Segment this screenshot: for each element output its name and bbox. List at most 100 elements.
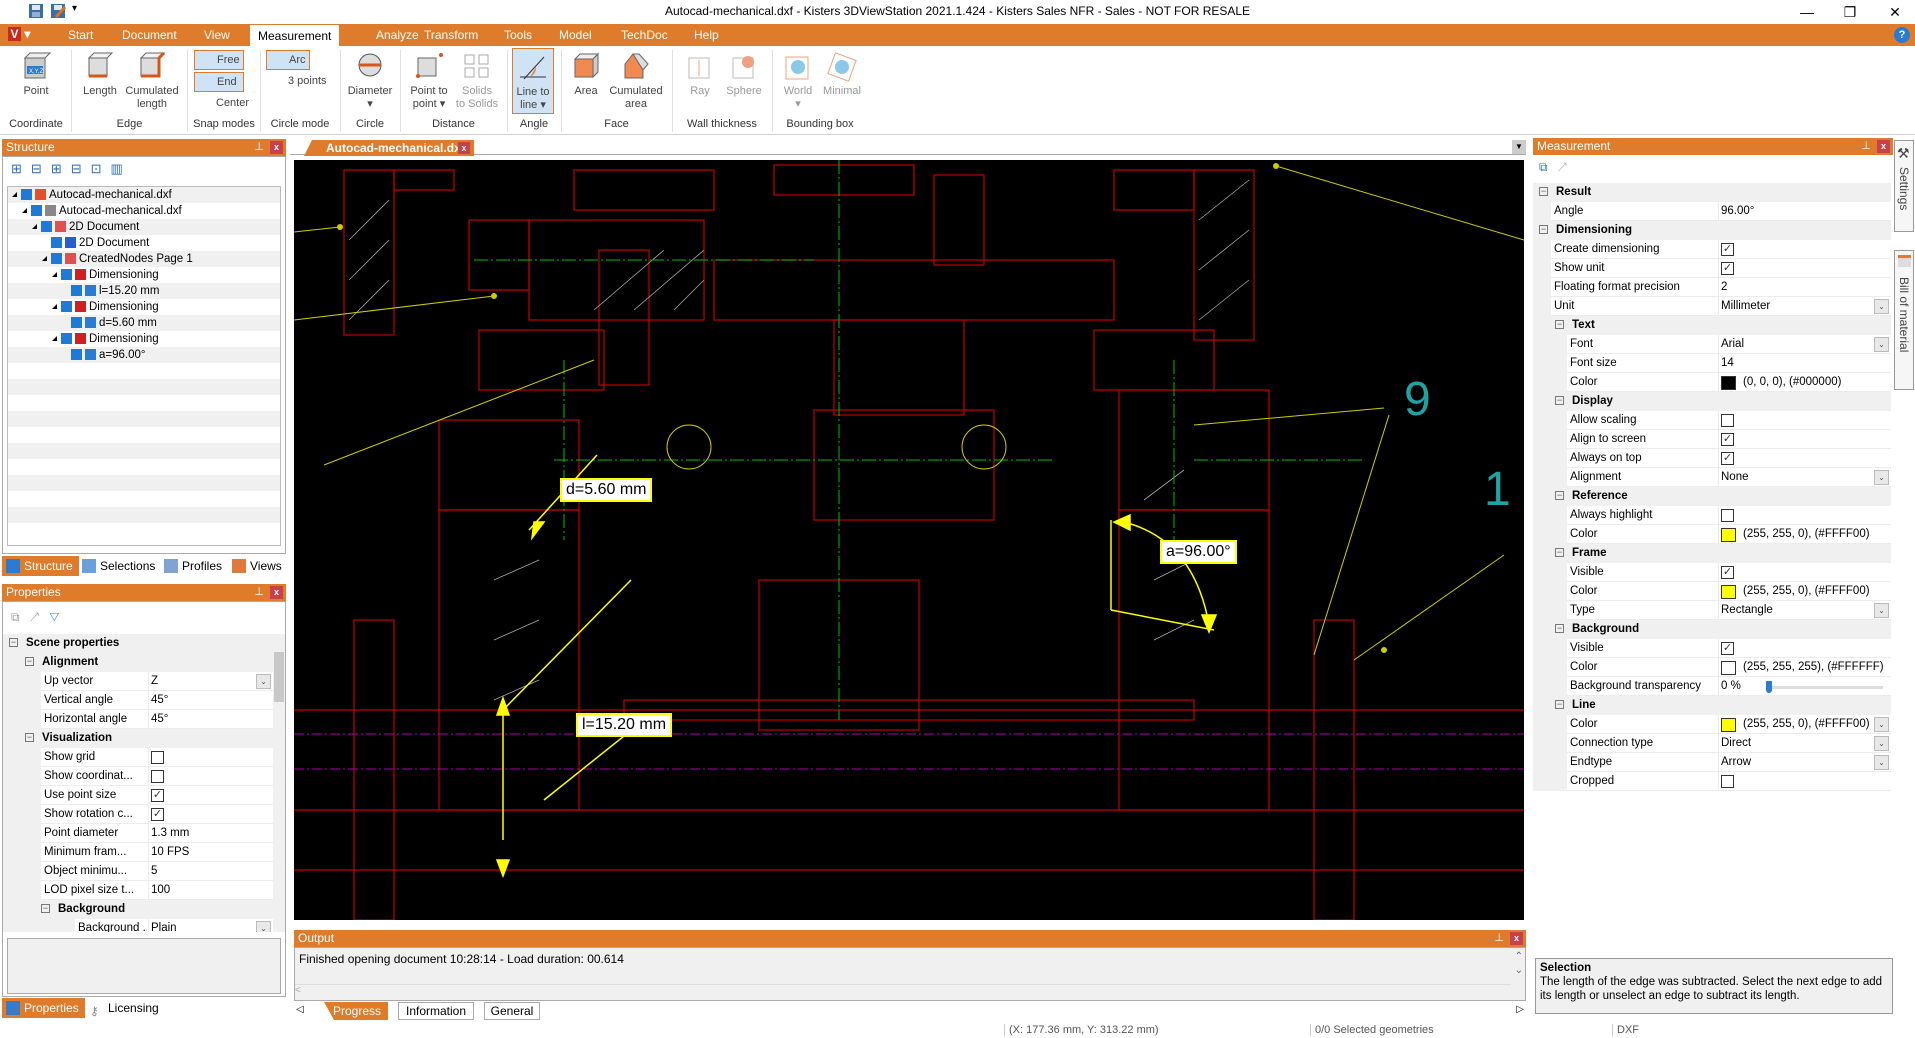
property-group-header[interactable]: − Display — [1533, 392, 1891, 411]
tab-licensing[interactable]: ⚷ Licensing — [86, 998, 165, 1018]
property-checkbox[interactable]: ✓ — [1721, 243, 1734, 256]
circle-3points-button[interactable]: 3 points — [266, 72, 334, 92]
tree-node[interactable]: d=5.60 mm — [8, 315, 280, 331]
minimal-bbox-button[interactable]: Minimal — [820, 48, 864, 112]
export-icon[interactable]: ↗ — [30, 610, 50, 624]
close-icon[interactable]: x — [1510, 932, 1523, 945]
property-value[interactable]: Z — [151, 672, 158, 691]
tree-node[interactable]: a=96.00° — [8, 347, 280, 363]
collapse-icon[interactable]: − — [1555, 700, 1564, 710]
property-value[interactable]: 5 — [151, 862, 157, 881]
scrollbar-thumb[interactable] — [274, 652, 284, 702]
expand-toggle-icon[interactable] — [52, 272, 57, 278]
property-value[interactable]: Rectangle — [1721, 601, 1773, 620]
side-tab-bill-of-material[interactable]: Bill of material — [1894, 250, 1914, 390]
expand-all-icon[interactable]: ⊞ — [11, 161, 31, 176]
tab-views[interactable]: Views — [228, 556, 288, 576]
tab-structure[interactable]: Structure — [2, 556, 79, 576]
property-checkbox[interactable] — [1721, 509, 1734, 522]
property-value[interactable]: Plain — [151, 919, 177, 932]
visibility-checkbox[interactable] — [21, 189, 32, 201]
collapse-icon[interactable]: − — [1555, 320, 1564, 330]
property-group-header[interactable]: − Frame — [1533, 544, 1891, 563]
restore-button[interactable]: ❐ — [1835, 2, 1865, 22]
collapse-all-icon[interactable]: ⊟ — [31, 161, 51, 176]
cumulated-area-button[interactable]: Cumulated area — [606, 48, 666, 114]
color-swatch[interactable] — [1721, 528, 1736, 542]
chevron-down-icon[interactable]: ⌄ — [1874, 717, 1889, 732]
property-checkbox[interactable]: ✓ — [151, 808, 164, 821]
area-button[interactable]: Area — [568, 48, 604, 112]
expand-icon[interactable]: ⊞ — [51, 161, 71, 176]
tabs-scroll-right[interactable]: ▷ — [1516, 1004, 1524, 1015]
tab-profiles[interactable]: Profiles — [160, 556, 228, 576]
tab-information[interactable]: Information — [398, 1002, 474, 1020]
expand-toggle-icon[interactable] — [52, 304, 57, 310]
property-checkbox[interactable] — [1721, 414, 1734, 427]
pin-icon[interactable]: ⊥ — [254, 139, 264, 156]
color-swatch[interactable] — [1721, 585, 1736, 599]
color-swatch[interactable] — [1721, 661, 1736, 675]
property-value[interactable]: Millimeter — [1721, 297, 1770, 316]
visibility-checkbox[interactable] — [41, 221, 52, 233]
visibility-checkbox[interactable] — [31, 205, 42, 217]
property-value[interactable]: Arial — [1721, 335, 1744, 354]
property-value[interactable]: 96.00° — [1721, 202, 1754, 221]
solids-to-solids-button[interactable]: Solids to Solids — [454, 48, 500, 114]
property-value[interactable]: (255, 255, 255), (#FFFFFF) — [1743, 658, 1884, 677]
expand-toggle-icon[interactable] — [42, 256, 47, 262]
tree-node[interactable]: Dimensioning — [8, 331, 280, 347]
tree-node[interactable]: CreatedNodes Page 1 — [8, 251, 280, 267]
output-vscrollbar[interactable]: ⌃ ⌄ — [1515, 950, 1523, 978]
tabs-scroll-left[interactable]: ◁ — [296, 1004, 304, 1015]
collapse-icon[interactable]: − — [1539, 225, 1548, 235]
property-checkbox[interactable]: ✓ — [151, 789, 164, 802]
pin-icon[interactable]: ⊥ — [1494, 930, 1504, 947]
length-button[interactable]: Length — [78, 48, 122, 112]
close-icon[interactable]: x — [270, 141, 283, 154]
menu-techdoc[interactable]: TechDoc — [613, 24, 676, 46]
menu-model[interactable]: Model — [551, 24, 600, 46]
visibility-checkbox[interactable] — [71, 349, 82, 361]
tree-node[interactable]: Autocad-mechanical.dxf — [8, 203, 280, 219]
property-value[interactable]: 1.3 mm — [151, 824, 189, 843]
property-group-header[interactable]: − Reference — [1533, 487, 1891, 506]
close-tab-icon[interactable]: x — [458, 142, 470, 154]
cumulated-length-button[interactable]: Cumulated length — [124, 48, 180, 114]
chevron-down-icon[interactable]: ⌄ — [1874, 470, 1889, 485]
collapse-icon[interactable]: − — [9, 638, 18, 648]
property-value[interactable]: Arrow — [1721, 753, 1751, 772]
property-group-header[interactable]: − Background — [1533, 620, 1891, 639]
tab-autocad-mechanical[interactable]: Autocad-mechanical.dxf x — [304, 140, 474, 156]
split-icon[interactable]: ⊡ — [91, 161, 111, 176]
tree-node[interactable]: l=15.20 mm — [8, 283, 280, 299]
property-group-header[interactable]: − Result — [1533, 183, 1891, 202]
property-checkbox[interactable]: ✓ — [1721, 433, 1734, 446]
property-group-header[interactable]: − Dimensioning — [1533, 221, 1891, 240]
output-hscrollbar[interactable]: < — [295, 984, 1511, 998]
property-value[interactable]: None — [1721, 468, 1749, 487]
tree-node[interactable]: Dimensioning — [8, 299, 280, 315]
tab-progress[interactable]: Progress — [324, 1002, 388, 1020]
property-checkbox[interactable]: ✓ — [1721, 262, 1734, 275]
chevron-down-icon[interactable]: ⌄ — [1874, 603, 1889, 618]
pin-icon[interactable]: ⊥ — [1861, 138, 1871, 155]
pin-icon[interactable]: ⊥ — [254, 584, 264, 601]
menu-view[interactable]: View — [196, 24, 238, 46]
help-icon[interactable]: ? — [1894, 27, 1910, 43]
property-value[interactable]: 10 FPS — [151, 843, 189, 862]
collapse-icon[interactable]: − — [1539, 187, 1548, 197]
collapse-icon[interactable]: − — [1555, 624, 1564, 634]
visibility-checkbox[interactable] — [71, 285, 82, 297]
visibility-checkbox[interactable] — [51, 237, 62, 249]
property-checkbox[interactable]: ✓ — [1721, 642, 1734, 655]
tree-options-icon[interactable]: ▥ — [111, 161, 132, 176]
collapse-icon[interactable]: − — [25, 657, 34, 667]
expand-toggle-icon[interactable] — [22, 208, 27, 214]
collapse-icon[interactable]: − — [25, 733, 34, 743]
snap-free-button[interactable]: Free — [194, 50, 244, 70]
circle-arc-button[interactable]: Arc — [266, 50, 310, 70]
length-dimension-label[interactable]: l=15.20 mm — [576, 713, 673, 737]
color-swatch[interactable] — [1721, 718, 1736, 732]
chevron-down-icon[interactable]: ⌄ — [1874, 755, 1889, 770]
